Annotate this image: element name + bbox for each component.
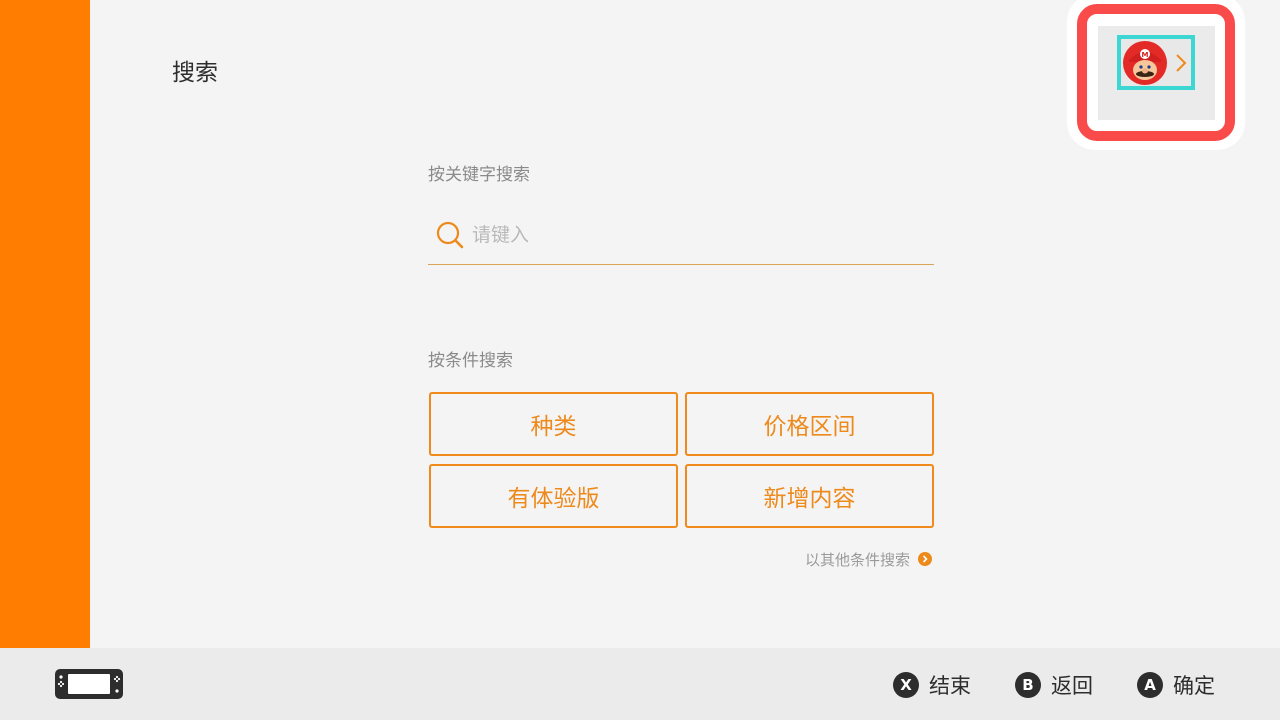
svg-text:M: M — [1142, 51, 1149, 59]
footer-confirm-button[interactable]: A 确定 — [1137, 670, 1215, 700]
filter-genre-button[interactable]: 种类 — [429, 392, 678, 456]
chevron-right-icon — [1176, 54, 1187, 72]
filter-price-range-button[interactable]: 价格区间 — [685, 392, 934, 456]
mario-avatar-icon[interactable]: M — [1121, 40, 1169, 86]
condition-search-label: 按条件搜索 — [428, 351, 513, 371]
handheld-console-icon — [55, 669, 123, 699]
footer-back-label: 返回 — [1051, 674, 1093, 698]
filter-demo-available-button[interactable]: 有体验版 — [429, 464, 678, 528]
filter-new-content-button[interactable]: 新增内容 — [685, 464, 934, 528]
search-field[interactable] — [428, 210, 934, 265]
footer-confirm-label: 确定 — [1173, 674, 1215, 698]
left-accent-bar — [0, 0, 90, 648]
x-button-icon: X — [893, 672, 919, 698]
search-icon — [436, 221, 464, 249]
page-title: 搜索 — [172, 60, 218, 86]
other-conditions-label: 以其他条件搜索 — [804, 550, 910, 569]
search-input[interactable] — [472, 218, 912, 252]
footer-back-button[interactable]: B 返回 — [1015, 670, 1093, 700]
a-button-icon: A — [1137, 672, 1163, 698]
footer-exit-label: 结束 — [929, 674, 971, 698]
footer-bar: X 结束 B 返回 A 确定 — [0, 648, 1280, 720]
b-button-icon: B — [1015, 672, 1041, 698]
keyword-search-label: 按关键字搜索 — [428, 165, 530, 185]
footer-exit-button[interactable]: X 结束 — [893, 670, 971, 700]
other-conditions-link[interactable]: 以其他条件搜索 — [805, 548, 932, 570]
arrow-right-circle-icon — [918, 552, 932, 566]
